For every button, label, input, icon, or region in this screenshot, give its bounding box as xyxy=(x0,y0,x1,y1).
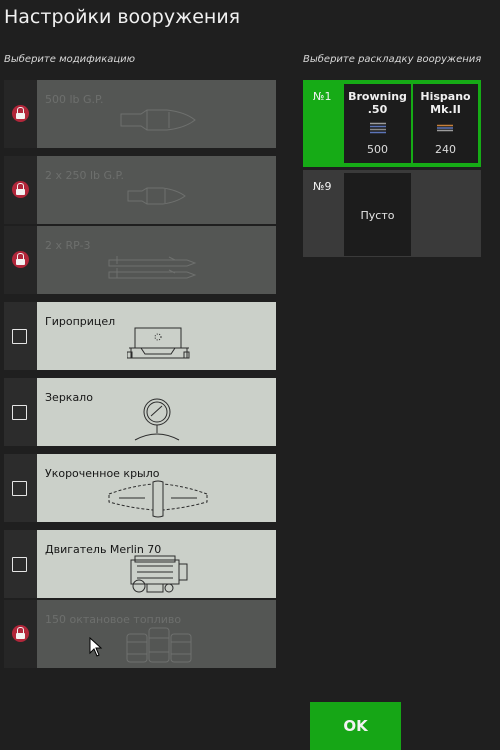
modification-card[interactable]: Двигатель Merlin 70 xyxy=(37,530,276,598)
lock-icon xyxy=(12,625,29,642)
modification-status xyxy=(4,156,37,224)
modification-status xyxy=(4,226,37,294)
modification-150-octane-fuel[interactable]: 150 октановое топливо xyxy=(4,600,276,668)
modification-card[interactable]: 2 x RP-3 xyxy=(37,226,276,294)
engine-icon xyxy=(130,555,188,593)
modification-status xyxy=(4,454,37,522)
modification-label: Укороченное крыло xyxy=(45,467,160,480)
modification-label: 2 x RP-3 xyxy=(45,239,91,252)
modification-card[interactable]: Зеркало xyxy=(37,378,276,446)
weapon-ammo-count: 240 xyxy=(435,143,456,156)
modification-merlin-70-engine[interactable]: Двигатель Merlin 70 xyxy=(4,530,276,598)
ammo-belt-icon xyxy=(370,122,386,134)
loadout-9[interactable]: №9 Пусто xyxy=(303,170,481,257)
bomb-icon xyxy=(127,187,186,205)
modification-checkbox[interactable] xyxy=(12,329,27,344)
rocket-icon xyxy=(108,256,197,279)
weapon-name: Browning .50 xyxy=(348,90,407,116)
modification-checkbox[interactable] xyxy=(12,481,27,496)
loadout-number: №9 xyxy=(313,180,332,193)
modification-mirror[interactable]: Зеркало xyxy=(4,378,276,446)
modification-card[interactable]: 150 октановое топливо xyxy=(37,600,276,668)
modification-card[interactable]: 500 lb G.P. xyxy=(37,80,276,148)
modification-card[interactable]: Укороченное крыло xyxy=(37,454,276,522)
modification-clipped-wing[interactable]: Укороченное крыло xyxy=(4,454,276,522)
modifications-heading: Выберите модификацию xyxy=(4,54,136,65)
lock-icon xyxy=(12,251,29,268)
weapon-slot-browning: Browning .50 500 xyxy=(344,84,411,163)
page-title: Настройки вооружения xyxy=(4,6,241,28)
modification-label: 500 lb G.P. xyxy=(45,93,104,106)
loadout-1[interactable]: №1 Browning .50 500 Hispano Mk.II 240 xyxy=(303,80,481,167)
weapon-ammo-count: 500 xyxy=(367,143,388,156)
modification-2x250lb-gp[interactable]: 2 x 250 lb G.P. xyxy=(4,156,276,224)
weapon-name: Hispano Mk.II xyxy=(420,90,471,116)
modification-card[interactable]: Гироприцел xyxy=(37,302,276,370)
modification-card[interactable]: 2 x 250 lb G.P. xyxy=(37,156,276,224)
mirror-icon xyxy=(134,398,180,441)
empty-slot-label: Пусто xyxy=(360,209,395,222)
modification-gyro-sight[interactable]: Гироприцел xyxy=(4,302,276,370)
loadouts-heading: Выберите раскладку вооружения xyxy=(303,54,482,65)
modification-label: Гироприцел xyxy=(45,315,116,328)
lock-icon xyxy=(12,181,29,198)
clipped-wing-icon xyxy=(108,480,208,518)
weapon-slot-hispano: Hispano Mk.II 240 xyxy=(413,84,478,163)
modification-status xyxy=(4,600,37,668)
mouse-cursor-icon xyxy=(89,637,103,657)
loadout-number: №1 xyxy=(313,90,332,103)
modification-status xyxy=(4,530,37,598)
ammo-belt-icon xyxy=(437,124,453,132)
ok-button[interactable]: OK xyxy=(310,702,401,750)
gyro-sight-icon xyxy=(127,327,190,359)
modification-label: 2 x 250 lb G.P. xyxy=(45,169,124,182)
modification-status xyxy=(4,378,37,446)
modification-status xyxy=(4,302,37,370)
modification-500lb-gp[interactable]: 500 lb G.P. xyxy=(4,80,276,148)
modification-status xyxy=(4,80,37,148)
modification-2x-rp3[interactable]: 2 x RP-3 xyxy=(4,226,276,294)
modification-checkbox[interactable] xyxy=(12,557,27,572)
weapon-slot-empty: Пусто xyxy=(344,173,411,256)
modification-label: Зеркало xyxy=(45,391,93,404)
bomb-icon xyxy=(120,109,196,131)
fuel-barrels-icon xyxy=(126,627,192,663)
modification-checkbox[interactable] xyxy=(12,405,27,420)
lock-icon xyxy=(12,105,29,122)
